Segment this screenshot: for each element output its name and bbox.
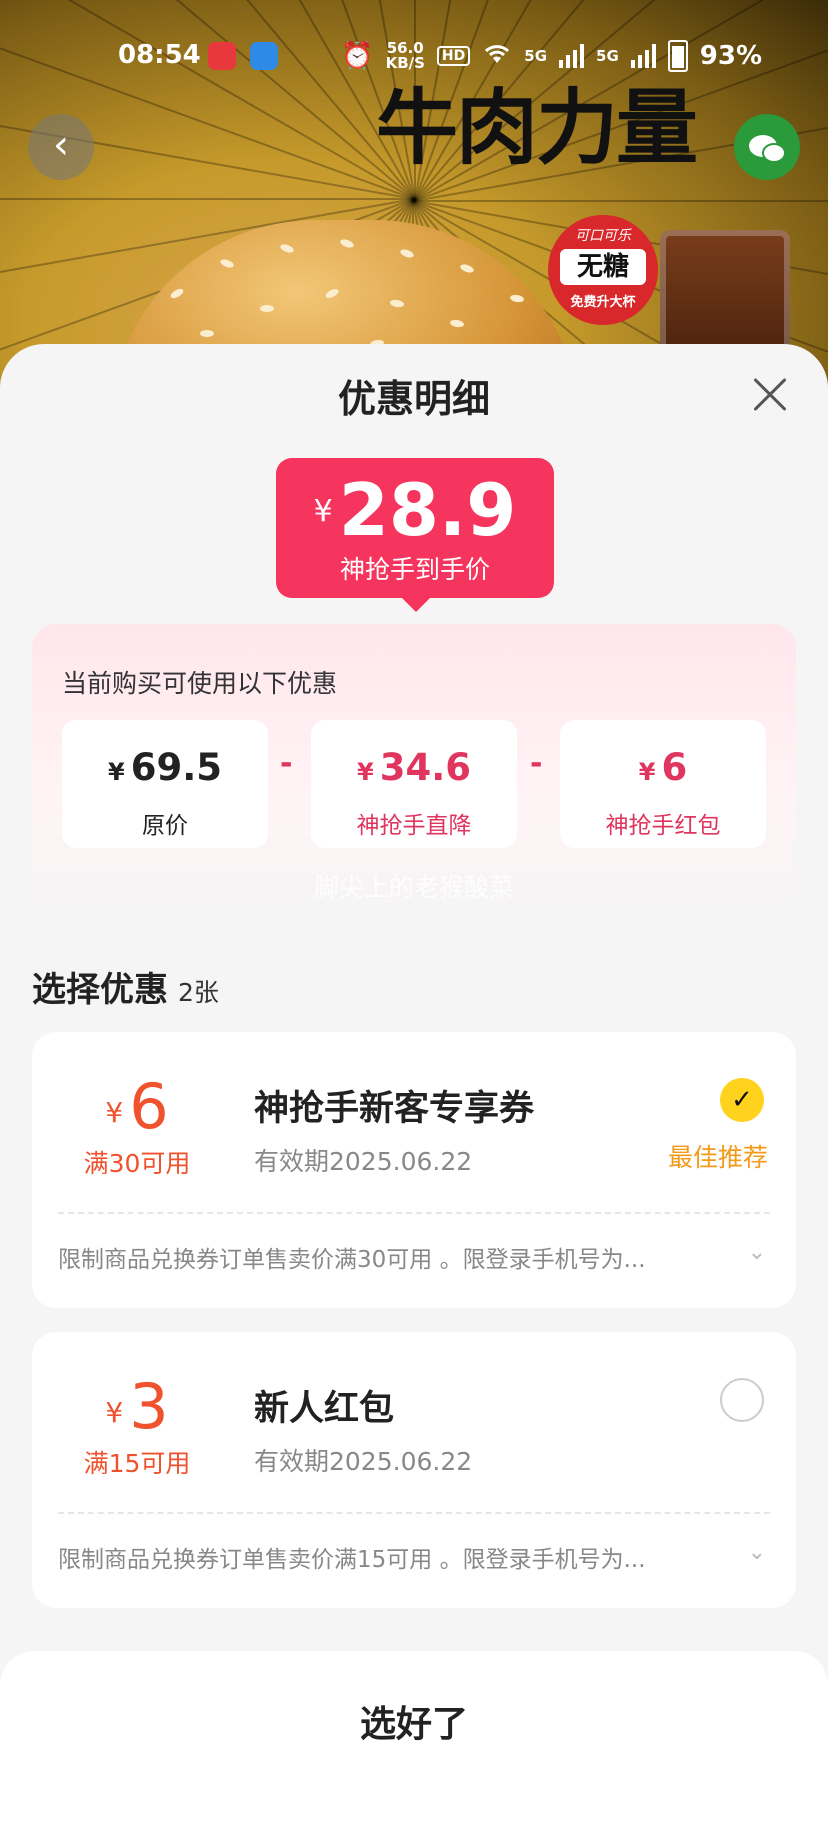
sesame-seed bbox=[200, 330, 214, 337]
sesame-seed bbox=[339, 237, 355, 250]
wechat-icon bbox=[747, 127, 787, 167]
coupon-validity: 有效期2025.06.22 bbox=[254, 1447, 473, 1476]
coupon-description: 限制商品兑换券订单售卖价满30可用 。限登录手机号为... bbox=[58, 1247, 646, 1273]
coupon-description: 限制商品兑换券订单售卖价满15可用 。限登录手机号为... bbox=[58, 1547, 646, 1573]
banner-headline: 牛肉力量 bbox=[376, 81, 698, 176]
signal-label-1: 5G bbox=[524, 46, 548, 65]
original-price-amount: 69.5 bbox=[130, 746, 222, 789]
direct-discount-label: 神抢手直降 bbox=[356, 813, 472, 839]
signal-bars-1-icon bbox=[559, 44, 585, 68]
status-time: 08:54 bbox=[118, 40, 201, 70]
chevron-left-icon: ‹ bbox=[53, 122, 69, 168]
battery-level: 93% bbox=[699, 41, 762, 71]
network-speed: 56.0 KB/S bbox=[386, 41, 425, 71]
direct-discount-box: ¥34.6 神抢手直降 bbox=[311, 720, 517, 848]
bottom-bar: 选好了 bbox=[0, 1651, 828, 1840]
weather-icon bbox=[250, 42, 278, 70]
unselected-radio[interactable] bbox=[720, 1378, 764, 1422]
sesame-seed bbox=[219, 257, 235, 270]
sesame-seed bbox=[279, 242, 295, 255]
coupon-count: 2张 bbox=[178, 978, 219, 1007]
direct-discount-currency: ¥ bbox=[357, 758, 374, 786]
chevron-down-icon[interactable]: ⌄ bbox=[748, 1240, 766, 1265]
promo-badge-main: 无糖 bbox=[560, 249, 646, 285]
chevron-down-icon[interactable]: ⌄ bbox=[748, 1540, 766, 1565]
coupon-card[interactable]: ¥3 满15可用 新人红包 有效期2025.06.22 限制商品兑换券订单售卖价… bbox=[32, 1332, 796, 1608]
discount-detail-sheet: 优惠明细 ¥28.9 神抢手到手价 当前购买可使用以下优惠 ¥69.5 原价 -… bbox=[0, 344, 828, 1840]
red-packet-label: 神抢手红包 bbox=[605, 813, 721, 839]
hd-icon: HD bbox=[436, 46, 471, 66]
final-price-card: ¥28.9 神抢手到手价 bbox=[276, 458, 554, 612]
alarm-icon: ⏰ bbox=[341, 41, 374, 71]
original-price-box: ¥69.5 原价 bbox=[62, 720, 268, 848]
back-button[interactable]: ‹ bbox=[28, 114, 94, 180]
minus-sign: - bbox=[280, 746, 293, 781]
red-packet-amount: 6 bbox=[661, 746, 688, 789]
burst-ray bbox=[0, 198, 414, 200]
coupon-amount: ¥6 bbox=[32, 1070, 242, 1143]
signal-label-2: 5G bbox=[596, 46, 619, 65]
wifi-icon bbox=[482, 41, 512, 72]
sesame-seed bbox=[169, 286, 185, 301]
divider bbox=[58, 1212, 770, 1214]
coupon-currency: ¥ bbox=[105, 1096, 124, 1129]
sesame-seed bbox=[449, 318, 465, 329]
coupon-value: 3 bbox=[129, 1370, 169, 1443]
promo-badge: 可口可乐 无糖 免费升大杯 bbox=[548, 215, 658, 325]
burst-ray bbox=[414, 200, 828, 202]
select-discount-label: 选择优惠 bbox=[32, 970, 168, 1010]
original-price-currency: ¥ bbox=[108, 758, 125, 786]
red-packet-currency: ¥ bbox=[638, 758, 656, 786]
sesame-seed bbox=[509, 293, 525, 304]
final-price-label: 神抢手到手价 bbox=[339, 555, 490, 584]
coupon-currency: ¥ bbox=[105, 1396, 124, 1429]
select-discount-title: 选择优惠 2张 bbox=[32, 962, 219, 1011]
sesame-seed bbox=[324, 287, 340, 300]
sesame-seed bbox=[260, 305, 274, 312]
app-notification-icon bbox=[208, 42, 236, 70]
original-price-label: 原价 bbox=[142, 813, 188, 839]
final-price-amount: 28.9 bbox=[338, 468, 517, 552]
direct-discount-amount: 34.6 bbox=[379, 746, 471, 789]
sesame-seed bbox=[389, 298, 405, 309]
status-bar: 08:54 ⏰ 56.0 KB/S HD 5G 5G 93% bbox=[0, 36, 828, 76]
minus-sign: - bbox=[530, 746, 543, 781]
close-icon[interactable] bbox=[750, 374, 790, 414]
signal-bars-2-icon bbox=[630, 44, 656, 68]
confirm-button[interactable]: 选好了 bbox=[0, 1695, 828, 1747]
coupon-name: 新人红包 bbox=[254, 1389, 395, 1429]
check-icon[interactable]: ✓ bbox=[720, 1078, 764, 1122]
wechat-share-button[interactable] bbox=[734, 114, 800, 180]
coupon-validity: 有效期2025.06.22 bbox=[254, 1147, 473, 1176]
final-price-currency: ¥ bbox=[313, 494, 333, 529]
coupon-condition: 满30可用 bbox=[83, 1149, 191, 1178]
sesame-seed bbox=[399, 247, 415, 260]
coupon-amount: ¥3 bbox=[32, 1370, 242, 1443]
divider bbox=[58, 1512, 770, 1514]
coupon-value: 6 bbox=[129, 1070, 169, 1143]
coupon-condition: 满15可用 bbox=[83, 1449, 191, 1478]
promo-badge-bottom: 免费升大杯 bbox=[570, 295, 636, 310]
watermark: 脚尖上的老猴酸菜 bbox=[313, 873, 514, 902]
coupon-name: 神抢手新客专享券 bbox=[254, 1089, 535, 1129]
deduction-title: 当前购买可使用以下优惠 bbox=[62, 669, 338, 698]
coupon-card[interactable]: ¥6 满30可用 神抢手新客专享券 有效期2025.06.22 ✓ 最佳推荐 限… bbox=[32, 1032, 796, 1308]
network-speed-unit: KB/S bbox=[385, 54, 425, 72]
red-packet-box: ¥6 神抢手红包 bbox=[560, 720, 766, 848]
battery-icon bbox=[667, 40, 688, 72]
sheet-title: 优惠明细 bbox=[337, 377, 490, 421]
sesame-seed bbox=[459, 262, 475, 275]
promo-badge-top: 可口可乐 bbox=[575, 228, 631, 244]
best-recommend-tag: 最佳推荐 bbox=[667, 1143, 768, 1172]
